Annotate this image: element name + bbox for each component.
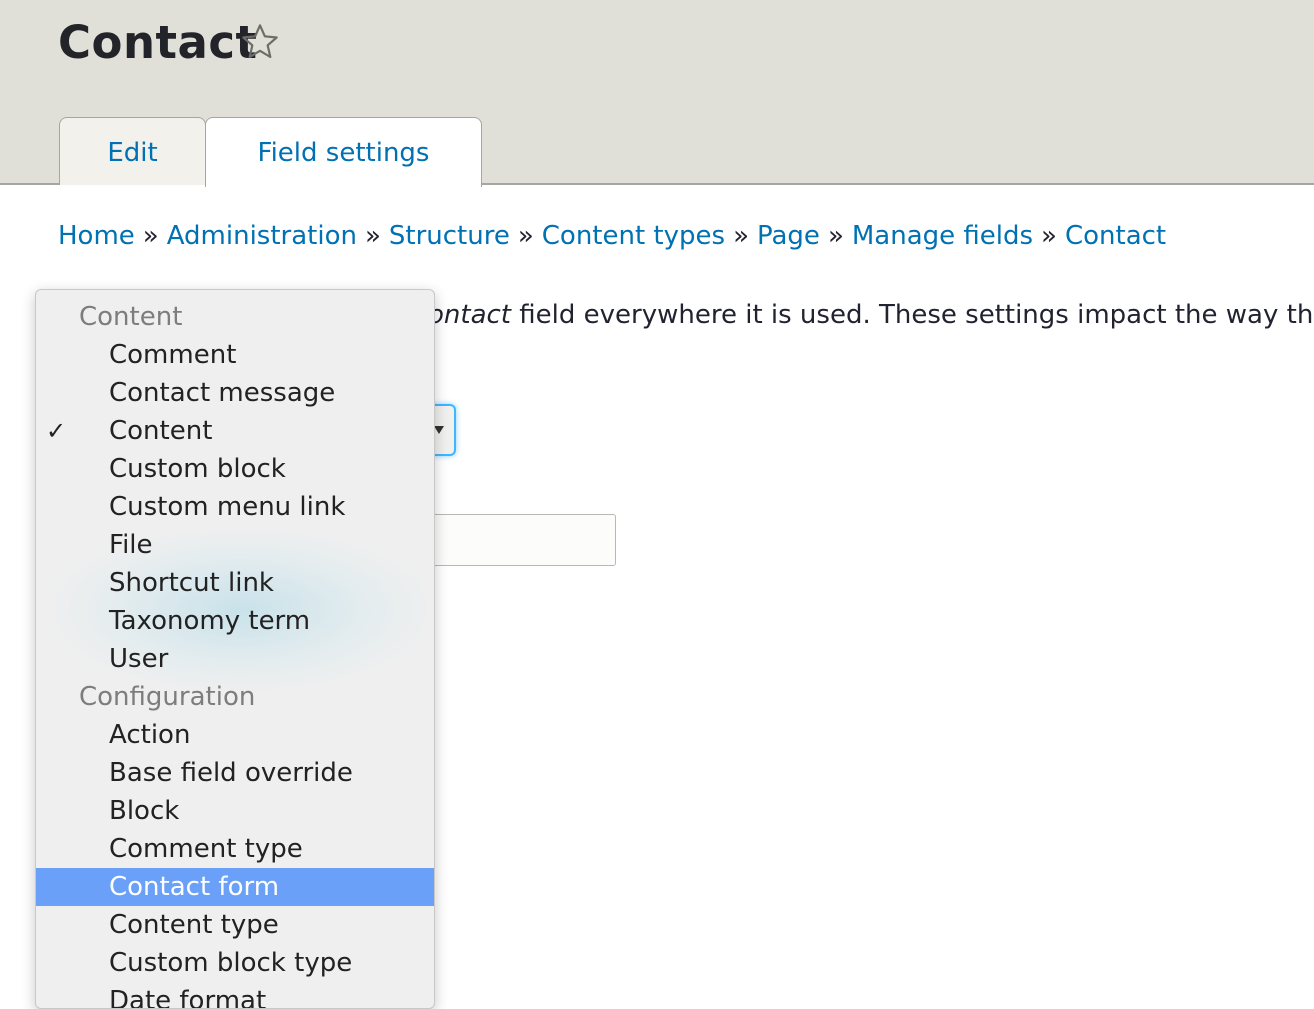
- breadcrumb: Home» Administration» Structure» Content ty…: [58, 221, 1166, 251]
- option-content-type[interactable]: Content type: [36, 906, 434, 944]
- field-settings-description: ontact field everywhere it is used. Thes…: [428, 300, 1314, 330]
- option-file[interactable]: File: [36, 526, 434, 564]
- option-comment[interactable]: Comment: [36, 336, 434, 374]
- option-content[interactable]: ✓ Content: [36, 412, 434, 450]
- triangle-down-icon: [434, 426, 444, 434]
- optgroup-configuration: Configuration: [79, 682, 256, 712]
- breadcrumb-separator: »: [733, 221, 749, 251]
- option-comment-type[interactable]: Comment type: [36, 830, 434, 868]
- breadcrumb-structure[interactable]: Structure: [389, 221, 510, 251]
- breadcrumb-administration[interactable]: Administration: [167, 221, 357, 251]
- checkmark-icon: ✓: [46, 417, 67, 445]
- breadcrumb-separator: »: [364, 221, 381, 251]
- breadcrumb-contact[interactable]: Contact: [1065, 221, 1166, 251]
- tab-field-settings[interactable]: Field settings: [205, 117, 482, 187]
- breadcrumb-home[interactable]: Home: [58, 221, 135, 251]
- target-type-dropdown[interactable]: Content Comment Contact message ✓ Conten…: [35, 289, 435, 1009]
- tab-edit[interactable]: Edit: [59, 117, 206, 185]
- field-name-italic: ontact: [428, 300, 512, 330]
- page-title: Contact: [58, 16, 258, 69]
- breadcrumb-separator: »: [517, 221, 534, 251]
- breadcrumb-separator: »: [827, 221, 844, 251]
- breadcrumb-manage-fields[interactable]: Manage fields: [852, 221, 1033, 251]
- option-custom-block[interactable]: Custom block: [36, 450, 434, 488]
- option-taxonomy-term[interactable]: Taxonomy term: [36, 602, 434, 640]
- star-outline-icon[interactable]: [240, 22, 280, 62]
- option-custom-block-type[interactable]: Custom block type: [36, 944, 434, 982]
- option-user[interactable]: User: [36, 640, 434, 678]
- page-header: Contact Edit Field settings: [0, 0, 1314, 187]
- option-custom-menu-link[interactable]: Custom menu link: [36, 488, 434, 526]
- option-base-field-override[interactable]: Base field override: [36, 754, 434, 792]
- optgroup-content: Content: [79, 302, 183, 332]
- text-input-field[interactable]: [424, 514, 616, 566]
- description-text: field everywhere it is used. These setti…: [511, 300, 1314, 330]
- breadcrumb-content-types[interactable]: Content types: [542, 221, 725, 251]
- breadcrumb-separator: »: [142, 221, 159, 251]
- option-label: Content: [109, 416, 213, 446]
- option-contact-form[interactable]: Contact form: [36, 868, 434, 906]
- option-contact-message[interactable]: Contact message: [36, 374, 434, 412]
- option-block[interactable]: Block: [36, 792, 434, 830]
- option-action[interactable]: Action: [36, 716, 434, 754]
- breadcrumb-separator: »: [1041, 221, 1057, 251]
- option-shortcut-link[interactable]: Shortcut link: [36, 564, 434, 602]
- breadcrumb-page[interactable]: Page: [757, 221, 820, 251]
